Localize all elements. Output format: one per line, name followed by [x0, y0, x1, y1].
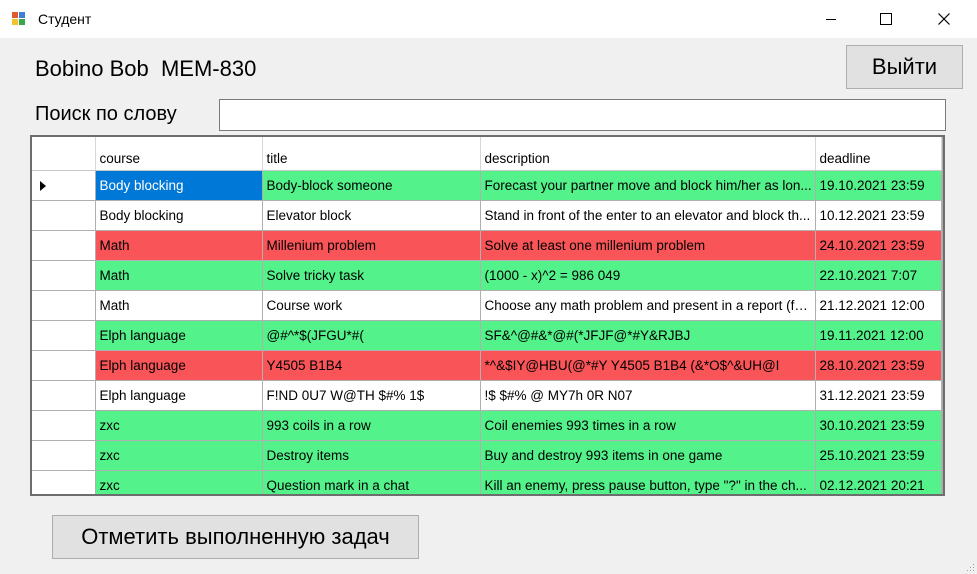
cell-deadline[interactable]: 28.10.2021 23:59 — [815, 350, 942, 381]
cell-title[interactable]: Question mark in a chat — [262, 470, 481, 494]
cell-title[interactable]: Y4505 B1B4 — [262, 350, 481, 381]
table-row[interactable]: zxc 993 coils in a row Coil enemies 993 ti… — [32, 410, 942, 441]
mark-done-button[interactable]: Отметить выполненную задач — [52, 515, 419, 559]
exit-button[interactable]: Выйти — [846, 45, 963, 89]
cell-title[interactable]: 993 coils in a row — [262, 410, 481, 441]
cell-title[interactable]: Destroy items — [262, 440, 481, 471]
grid-header-row: course title description deadline — [32, 137, 942, 171]
row-header[interactable] — [32, 200, 96, 231]
cell-deadline[interactable]: 21.12.2021 12:00 — [815, 290, 942, 321]
close-button[interactable] — [921, 0, 967, 38]
row-header[interactable] — [32, 170, 96, 201]
row-header[interactable] — [32, 410, 96, 441]
table-row[interactable]: zxc Question mark in a chat Kill an enemy,… — [32, 470, 942, 494]
row-header[interactable] — [32, 350, 96, 381]
row-header[interactable] — [32, 290, 96, 321]
column-header-description[interactable]: description — [480, 137, 816, 171]
table-row[interactable]: zxc Destroy items Buy and destroy 993 item… — [32, 440, 942, 471]
cell-course[interactable]: Math — [95, 290, 263, 321]
cell-course[interactable]: zxc — [95, 410, 263, 441]
cell-title[interactable]: Millenium problem — [262, 230, 481, 261]
resize-grip-icon[interactable] — [965, 562, 975, 572]
search-input[interactable] — [219, 99, 946, 131]
user-label: Bobino Bob MEM-830 — [35, 56, 257, 81]
table-row[interactable]: Elph language Y4505 B1B4 *^&$IY@HBU(@*#Y Y… — [32, 350, 942, 381]
maximize-button[interactable] — [863, 0, 909, 38]
cell-course[interactable]: Math — [95, 260, 263, 291]
cell-course[interactable]: zxc — [95, 470, 263, 494]
row-header[interactable] — [32, 260, 96, 291]
row-header[interactable] — [32, 320, 96, 351]
column-header-title[interactable]: title — [262, 137, 481, 171]
tasks-grid[interactable]: course title description deadline Body b… — [30, 135, 945, 496]
cell-description[interactable]: Kill an enemy, press pause button, type … — [480, 470, 816, 494]
table-row[interactable]: Body blocking Body-block someone Forecast … — [32, 170, 942, 201]
cell-description[interactable]: Solve at least one millenium problem — [480, 230, 816, 261]
cell-course[interactable]: zxc — [95, 440, 263, 471]
table-row[interactable]: Math Solve tricky task (1000 - x)^2 = 986 … — [32, 260, 942, 291]
cell-deadline[interactable]: 25.10.2021 23:59 — [815, 440, 942, 471]
cell-title[interactable]: Body-block someone — [262, 170, 481, 201]
window-title: Студент — [38, 11, 92, 27]
cell-title[interactable]: Course work — [262, 290, 481, 321]
cell-course[interactable]: Elph language — [95, 380, 263, 411]
current-row-arrow-icon — [40, 181, 46, 191]
cell-deadline[interactable]: 19.11.2021 12:00 — [815, 320, 942, 351]
cell-deadline[interactable]: 30.10.2021 23:59 — [815, 410, 942, 441]
table-row[interactable]: Elph language F!ND 0U7 W@TH $#% 1$ !$ $#% … — [32, 380, 942, 411]
table-row[interactable]: Math Millenium problem Solve at least one … — [32, 230, 942, 261]
cell-description[interactable]: (1000 - x)^2 = 986 049 — [480, 260, 816, 291]
cell-title[interactable]: F!ND 0U7 W@TH $#% 1$ — [262, 380, 481, 411]
cell-deadline[interactable]: 10.12.2021 23:59 — [815, 200, 942, 231]
close-icon — [938, 13, 950, 25]
cell-course[interactable]: Elph language — [95, 350, 263, 381]
cell-title[interactable]: @#^*$(JFGU*#( — [262, 320, 481, 351]
cell-description[interactable]: *^&$IY@HBU(@*#Y Y4505 B1B4 (&*O$^&UH@I — [480, 350, 816, 381]
column-header-deadline[interactable]: deadline — [815, 137, 942, 171]
cell-course[interactable]: Body blocking — [95, 200, 263, 231]
cell-description[interactable]: Forecast your partner move and block him… — [480, 170, 816, 201]
cell-description[interactable]: !$ $#% @ MY7h 0R N07 — [480, 380, 816, 411]
cell-title[interactable]: Solve tricky task — [262, 260, 481, 291]
cell-course[interactable]: Body blocking — [95, 170, 263, 201]
minimize-icon — [826, 19, 836, 20]
cell-course[interactable]: Elph language — [95, 320, 263, 351]
title-bar: Студент — [0, 0, 977, 38]
row-header[interactable] — [32, 470, 96, 494]
row-header[interactable] — [32, 380, 96, 411]
table-row[interactable]: Math Course work Choose any math problem a… — [32, 290, 942, 321]
minimize-button[interactable] — [808, 0, 854, 38]
cell-deadline[interactable]: 24.10.2021 23:59 — [815, 230, 942, 261]
cell-description[interactable]: SF&^@#&*@#(*JFJF@*#Y&RJBJ — [480, 320, 816, 351]
cell-deadline[interactable]: 19.10.2021 23:59 — [815, 170, 942, 201]
row-header[interactable] — [32, 440, 96, 471]
cell-description[interactable]: Coil enemies 993 times in a row — [480, 410, 816, 441]
cell-description[interactable]: Stand in front of the enter to an elevat… — [480, 200, 816, 231]
cell-description[interactable]: Buy and destroy 993 items in one game — [480, 440, 816, 471]
table-row[interactable]: Elph language @#^*$(JFGU*#(SF&^@#&*@#(*JF… — [32, 320, 942, 351]
maximize-icon — [880, 13, 892, 25]
search-label: Поиск по слову — [35, 103, 177, 125]
table-row[interactable]: Body blocking Elevator block Stand in fron… — [32, 200, 942, 231]
cell-title[interactable]: Elevator block — [262, 200, 481, 231]
row-header[interactable] — [32, 230, 96, 261]
column-header-course[interactable]: course — [95, 137, 263, 171]
cell-deadline[interactable]: 02.12.2021 20:21 — [815, 470, 942, 494]
cell-deadline[interactable]: 22.10.2021 7:07 — [815, 260, 942, 291]
cell-course[interactable]: Math — [95, 230, 263, 261]
cell-deadline[interactable]: 31.12.2021 23:59 — [815, 380, 942, 411]
app-icon — [12, 12, 28, 26]
row-header-corner — [32, 137, 96, 171]
cell-description[interactable]: Choose any math problem and present in a… — [480, 290, 816, 321]
